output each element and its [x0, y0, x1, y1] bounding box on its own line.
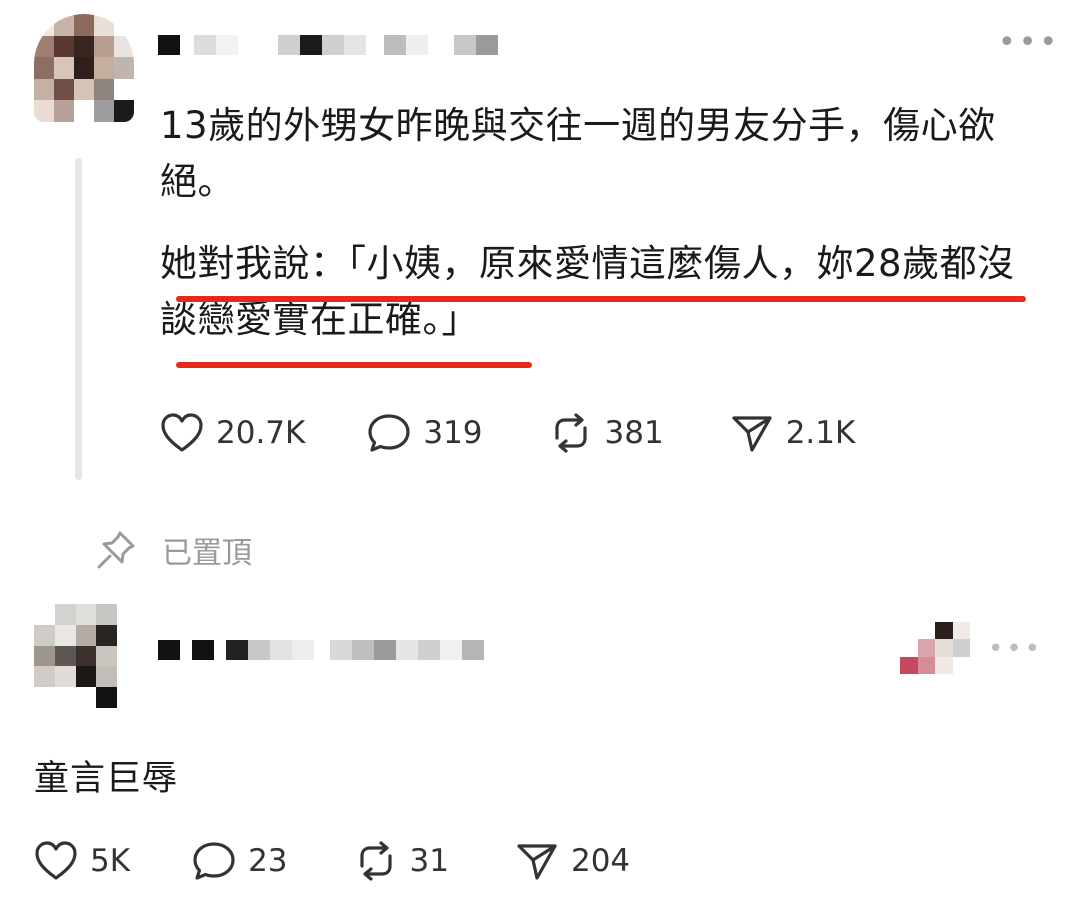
- reply-avatar[interactable]: [34, 604, 138, 708]
- post-actions: 20.7K 319 381 2.1K: [160, 412, 855, 454]
- reply-like-count: 5K: [90, 843, 131, 879]
- reply-share-button[interactable]: 204: [515, 840, 630, 882]
- red-underline-2: [176, 362, 532, 368]
- reply-like-button[interactable]: 5K: [34, 841, 130, 881]
- reply-comment-count: 23: [248, 843, 288, 879]
- author-name[interactable]: [158, 35, 498, 55]
- pin-icon: [97, 531, 135, 569]
- reply-author-name[interactable]: [158, 640, 484, 660]
- heart-icon: [35, 841, 77, 880]
- comment-bubble-icon: [368, 414, 410, 452]
- like-button[interactable]: 20.7K: [160, 413, 305, 453]
- more-dots-icon[interactable]: •••: [998, 28, 1060, 58]
- reply-text: 童言巨辱: [34, 759, 179, 799]
- repost-button[interactable]: 381: [549, 412, 664, 454]
- comment-button[interactable]: 319: [367, 412, 483, 454]
- reply-more-dots-icon[interactable]: •••: [988, 636, 1043, 662]
- post-text: 13歲的外甥女昨晚與交往一週的男友分手，傷心欲絕。 她對我說：「小姨，原來愛情這…: [160, 98, 1040, 348]
- pinned-indicator: 已置頂: [96, 528, 252, 572]
- repost-icon: [554, 413, 587, 453]
- red-underline-1: [176, 296, 1026, 302]
- post-paragraph-2: 她對我說：「小姨，原來愛情這麼傷人，妳28歲都沒談戀愛實在正確。」: [160, 242, 1015, 341]
- heart-icon: [161, 413, 203, 452]
- comment-bubble-icon: [193, 842, 235, 880]
- reply-repost-button[interactable]: 31: [354, 840, 449, 882]
- comment-count: 319: [423, 415, 483, 451]
- reply-repost-count: 31: [409, 843, 449, 879]
- post-paragraph-1: 13歲的外甥女昨晚與交往一週的男友分手，傷心欲絕。: [160, 104, 996, 203]
- send-icon: [732, 416, 772, 452]
- author-avatar[interactable]: [34, 14, 134, 122]
- reply-thumbnail[interactable]: [900, 622, 970, 674]
- like-count: 20.7K: [216, 415, 306, 451]
- share-button[interactable]: 2.1K: [730, 412, 856, 454]
- send-icon: [517, 844, 557, 880]
- reply-actions: 5K 23 31 204: [34, 840, 630, 882]
- reply-share-count: 204: [570, 843, 631, 879]
- share-count: 2.1K: [785, 415, 856, 451]
- pinned-label: 已置頂: [162, 536, 252, 571]
- reply-comment-button[interactable]: 23: [192, 840, 288, 882]
- repost-count: 381: [604, 415, 664, 451]
- thread-line: [75, 158, 82, 480]
- repost-icon: [359, 841, 392, 881]
